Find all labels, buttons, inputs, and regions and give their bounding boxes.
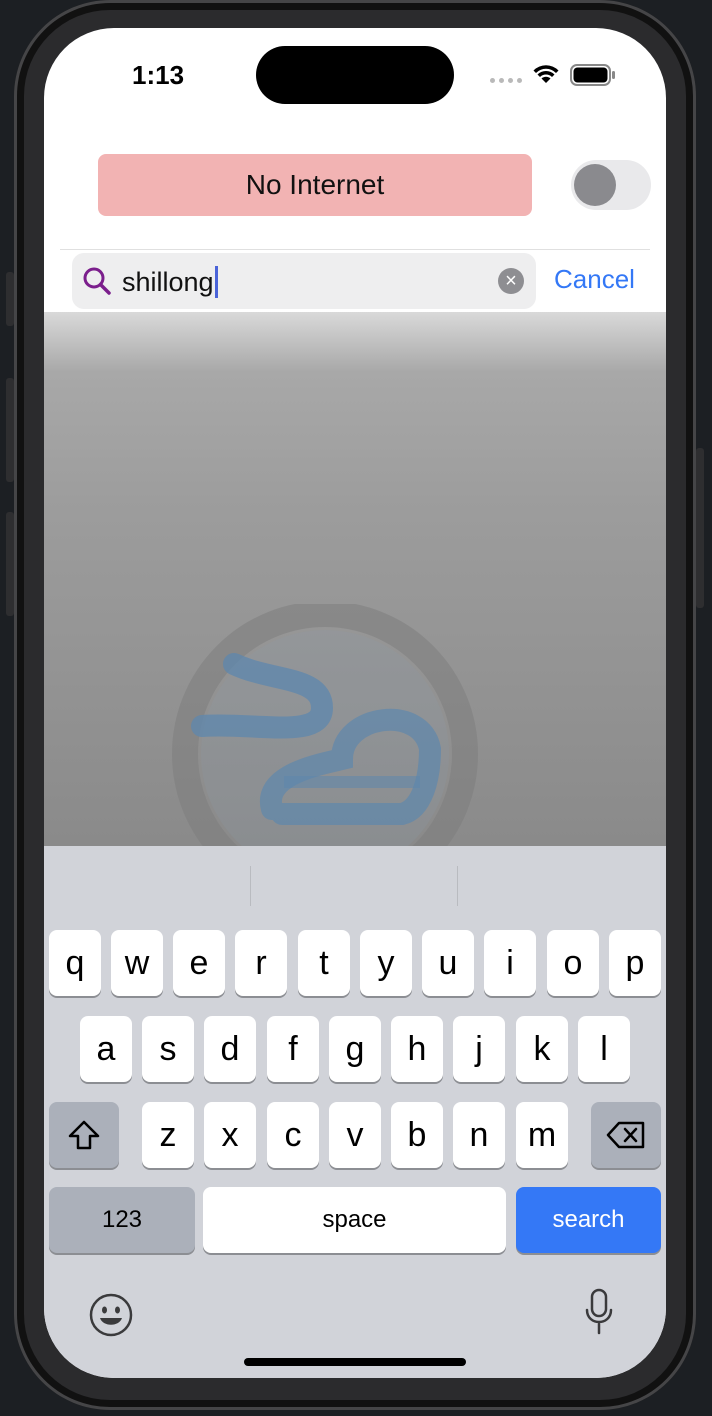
clear-text-icon[interactable]: × [498, 268, 524, 294]
volume-up-button [6, 378, 14, 482]
no-internet-banner: No Internet [98, 154, 532, 216]
search-input[interactable]: shillong [122, 266, 218, 298]
toggle-knob [574, 164, 616, 206]
shift-icon [68, 1120, 100, 1150]
shift-key[interactable] [49, 1102, 119, 1168]
key-f[interactable]: f [267, 1016, 319, 1082]
key-q[interactable]: q [49, 930, 101, 996]
volume-down-button [6, 512, 14, 616]
key-w[interactable]: w [111, 930, 163, 996]
search-key[interactable]: search [516, 1187, 661, 1253]
key-e[interactable]: e [173, 930, 225, 996]
numbers-key[interactable]: 123 [49, 1187, 195, 1253]
wifi-icon [533, 65, 559, 83]
divider [60, 249, 650, 250]
key-m[interactable]: m [516, 1102, 568, 1168]
key-n[interactable]: n [453, 1102, 505, 1168]
key-a[interactable]: a [80, 1016, 132, 1082]
search-input-value: shillong [122, 266, 214, 297]
battery-icon [570, 64, 615, 86]
key-x[interactable]: x [204, 1102, 256, 1168]
key-y[interactable]: y [360, 930, 412, 996]
key-t[interactable]: t [298, 930, 350, 996]
screen: 1:13 No Internet shillong × Cancel q w e… [44, 28, 666, 1378]
banner-text: No Internet [245, 169, 385, 200]
space-key[interactable]: space [203, 1187, 506, 1253]
dynamic-island [256, 46, 454, 104]
delete-key[interactable] [591, 1102, 661, 1168]
key-b[interactable]: b [391, 1102, 443, 1168]
keyboard: q w e r t y u i o p a s d f g h j k l z … [44, 846, 666, 1378]
silent-switch [6, 272, 14, 326]
power-button [696, 448, 704, 608]
key-d[interactable]: d [204, 1016, 256, 1082]
emoji-icon[interactable] [88, 1292, 134, 1338]
key-i[interactable]: i [484, 930, 536, 996]
status-time: 1:13 [132, 60, 185, 90]
key-v[interactable]: v [329, 1102, 381, 1168]
connection-toggle[interactable] [571, 160, 651, 210]
search-icon [83, 267, 111, 295]
suggestion-separator [250, 866, 251, 906]
suggestion-separator [457, 866, 458, 906]
key-h[interactable]: h [391, 1016, 443, 1082]
cancel-button[interactable]: Cancel [554, 264, 635, 295]
key-c[interactable]: c [267, 1102, 319, 1168]
microphone-icon[interactable] [584, 1288, 614, 1336]
key-k[interactable]: k [516, 1016, 568, 1082]
dimmed-content-overlay[interactable] [44, 312, 666, 904]
key-j[interactable]: j [453, 1016, 505, 1082]
backspace-icon [606, 1121, 645, 1149]
key-o[interactable]: o [547, 930, 599, 996]
key-r[interactable]: r [235, 930, 287, 996]
key-z[interactable]: z [142, 1102, 194, 1168]
text-cursor [214, 266, 218, 298]
key-u[interactable]: u [422, 930, 474, 996]
home-indicator[interactable] [244, 1358, 466, 1366]
search-field[interactable]: shillong × [72, 253, 536, 309]
key-s[interactable]: s [142, 1016, 194, 1082]
cellular-signal-icon [490, 78, 522, 83]
key-l[interactable]: l [578, 1016, 630, 1082]
key-p[interactable]: p [609, 930, 661, 996]
key-g[interactable]: g [329, 1016, 381, 1082]
